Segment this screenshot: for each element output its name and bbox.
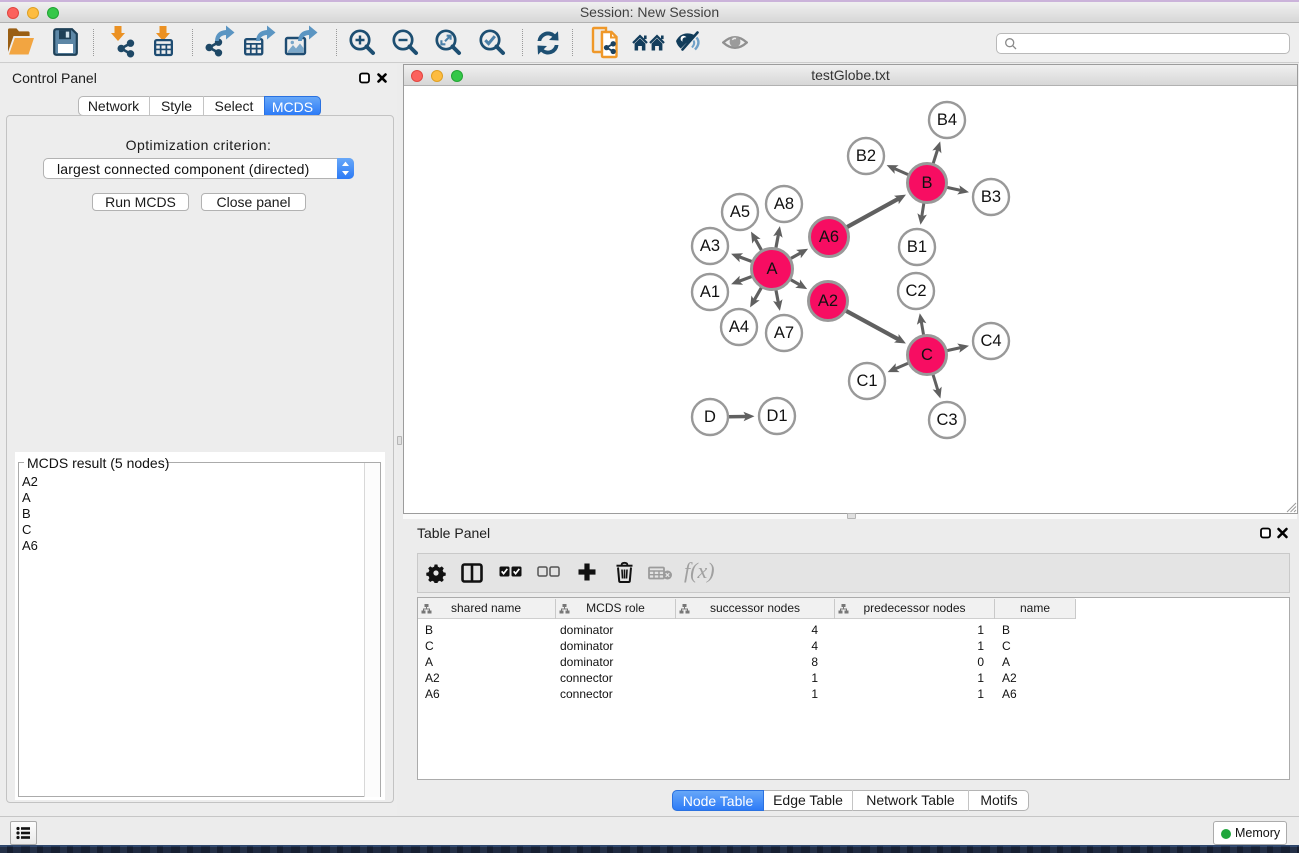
svg-text:D: D xyxy=(704,408,716,426)
svg-text:A3: A3 xyxy=(700,237,720,255)
svg-text:B1: B1 xyxy=(907,238,927,256)
svg-text:B4: B4 xyxy=(937,111,957,129)
svg-text:C2: C2 xyxy=(905,282,926,300)
svg-text:A2: A2 xyxy=(818,292,838,310)
svg-text:B3: B3 xyxy=(981,188,1001,206)
svg-text:A4: A4 xyxy=(729,318,749,336)
svg-text:B: B xyxy=(921,174,932,192)
svg-text:A1: A1 xyxy=(700,283,720,301)
svg-text:A7: A7 xyxy=(774,324,794,342)
svg-text:C1: C1 xyxy=(856,372,877,390)
svg-text:B2: B2 xyxy=(856,147,876,165)
svg-text:C4: C4 xyxy=(980,332,1001,350)
svg-text:A5: A5 xyxy=(730,203,750,221)
svg-text:A8: A8 xyxy=(774,195,794,213)
svg-text:C3: C3 xyxy=(936,411,957,429)
svg-text:A: A xyxy=(766,260,777,278)
svg-text:C: C xyxy=(921,346,933,364)
svg-text:A6: A6 xyxy=(819,228,839,246)
svg-text:D1: D1 xyxy=(766,407,787,425)
